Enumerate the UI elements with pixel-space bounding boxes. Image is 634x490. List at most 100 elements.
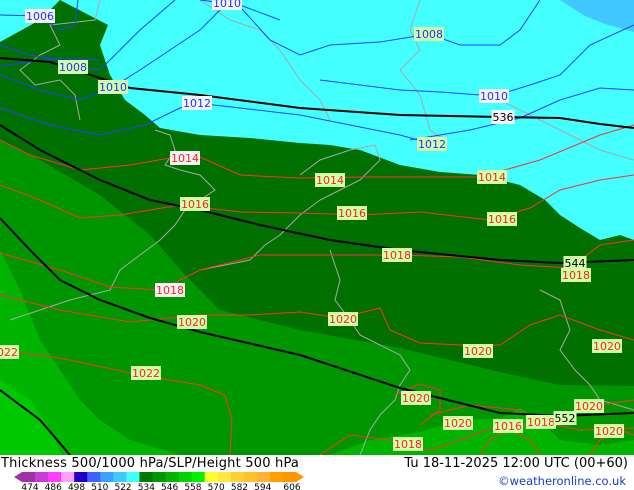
contour-label: 1010 bbox=[212, 0, 242, 10]
legend-tick-label: 498 bbox=[68, 483, 85, 490]
legend-arrow-left bbox=[14, 472, 22, 482]
thickness-shading bbox=[0, 0, 634, 455]
contour-label-text: 552 bbox=[555, 412, 576, 425]
contour-label-text: 1016 bbox=[338, 207, 366, 220]
contour-label: 1018 bbox=[526, 415, 556, 429]
contour-label-text: 1008 bbox=[415, 28, 443, 41]
contour-label-text: 1010 bbox=[99, 81, 127, 94]
contour-label-text: 1010 bbox=[480, 90, 508, 103]
legend-tick-label: 510 bbox=[91, 483, 108, 490]
contour-label: 1020 bbox=[401, 391, 431, 405]
legend-swatch bbox=[256, 472, 271, 482]
contour-label-text: 1020 bbox=[595, 425, 623, 438]
contour-label: 1020 bbox=[177, 315, 207, 329]
legend-swatch bbox=[87, 472, 101, 482]
contour-label: 1022 bbox=[0, 345, 19, 359]
legend-tick-label: 594 bbox=[254, 483, 271, 490]
contour-label: 1006 bbox=[25, 9, 55, 23]
contour-label: 1018 bbox=[393, 437, 423, 451]
legend-swatch bbox=[61, 472, 75, 482]
legend-tick-label: 582 bbox=[231, 483, 248, 490]
contour-label: 1012 bbox=[182, 96, 212, 110]
legend-swatch bbox=[152, 472, 167, 482]
contour-label: 1014 bbox=[477, 170, 507, 184]
contour-label: 1020 bbox=[328, 312, 358, 326]
contour-label-text: 1020 bbox=[464, 345, 492, 358]
legend-swatch bbox=[113, 472, 127, 482]
contour-label-text: 1016 bbox=[494, 420, 522, 433]
legend-swatch bbox=[165, 472, 180, 482]
contour-label: 1020 bbox=[574, 399, 604, 413]
legend-swatch bbox=[48, 472, 62, 482]
contour-label-text: 1022 bbox=[0, 346, 18, 359]
contour-label: 1016 bbox=[337, 206, 367, 220]
contour-label-text: 1006 bbox=[26, 10, 54, 23]
legend-swatch bbox=[126, 472, 140, 482]
contour-label-text: 1012 bbox=[183, 97, 211, 110]
legend-arrow-right bbox=[296, 472, 304, 482]
legend-swatch bbox=[100, 472, 114, 482]
contour-label-text: 1014 bbox=[316, 174, 344, 187]
contour-label: 1018 bbox=[382, 248, 412, 262]
contour-label: 1012 bbox=[417, 137, 447, 151]
contour-label-text: 1020 bbox=[329, 313, 357, 326]
legend-tick-label: 522 bbox=[114, 483, 131, 490]
contour-label-text: 1016 bbox=[181, 198, 209, 211]
contour-label-text: 1020 bbox=[575, 400, 603, 413]
legend-tick-label: 534 bbox=[138, 483, 155, 490]
color-legend: 474 486 498 510 522 534 546 558 570 582 594 606 bbox=[14, 472, 304, 490]
contour-label-text: 1020 bbox=[444, 417, 472, 430]
legend-swatch bbox=[282, 472, 297, 482]
contour-label: 1020 bbox=[594, 424, 624, 438]
valid-time: Tu 18-11-2025 12:00 UTC (00+60) bbox=[404, 456, 628, 471]
contour-label-text: 1014 bbox=[478, 171, 506, 184]
legend-swatch bbox=[191, 472, 206, 482]
legend-swatch bbox=[243, 472, 258, 482]
contour-label: 1022 bbox=[131, 366, 161, 380]
legend-swatch bbox=[139, 472, 153, 482]
map-footer: Thickness 500/1000 hPa/SLP/Height 500 hP… bbox=[0, 455, 634, 490]
legend-tick-label: 606 bbox=[283, 483, 300, 490]
contour-label-text: 1014 bbox=[171, 152, 199, 165]
contour-label: 1016 bbox=[487, 212, 517, 226]
contour-label: 544 bbox=[563, 256, 587, 270]
contour-label-text: 1018 bbox=[562, 269, 590, 282]
map-title: Thickness 500/1000 hPa/SLP/Height 500 hP… bbox=[1, 456, 300, 471]
legend-swatch bbox=[35, 472, 49, 482]
contour-label: 536 bbox=[491, 110, 515, 124]
contour-label: 1014 bbox=[315, 173, 345, 187]
contour-label-text: 1020 bbox=[178, 316, 206, 329]
contour-label: 1010 bbox=[98, 80, 128, 94]
weather-map: 1006 1008 1010 1010 1012 1008 1010 536 1012 1014 1… bbox=[0, 0, 634, 455]
contour-label: 1020 bbox=[443, 416, 473, 430]
contour-label: 552 bbox=[553, 411, 577, 425]
contour-label-text: 1008 bbox=[59, 61, 87, 74]
contour-label: 1014 bbox=[170, 151, 200, 165]
contour-label-text: 1020 bbox=[402, 392, 430, 405]
legend-swatch bbox=[269, 472, 284, 482]
contour-label: 1008 bbox=[414, 27, 444, 41]
contour-label-text: 1018 bbox=[394, 438, 422, 451]
contour-label-text: 1010 bbox=[213, 0, 241, 10]
legend-swatch bbox=[74, 472, 88, 482]
contour-label: 1016 bbox=[493, 419, 523, 433]
legend-swatch bbox=[22, 472, 36, 482]
contour-label: 1010 bbox=[479, 89, 509, 103]
legend-tick-label: 570 bbox=[208, 483, 225, 490]
legend-swatch bbox=[230, 472, 245, 482]
contour-label-text: 1018 bbox=[383, 249, 411, 262]
legend-swatch bbox=[217, 472, 232, 482]
contour-label-text: 536 bbox=[493, 111, 514, 124]
contour-label: 1008 bbox=[58, 60, 88, 74]
legend-tick-label: 546 bbox=[161, 483, 178, 490]
contour-label-text: 1012 bbox=[418, 138, 446, 151]
contour-label: 1018 bbox=[561, 268, 591, 282]
legend-tick-label: 558 bbox=[184, 483, 201, 490]
contour-label-text: 1022 bbox=[132, 367, 160, 380]
credit-link[interactable]: ©weatheronline.co.uk bbox=[498, 474, 626, 488]
contour-label-text: 1018 bbox=[527, 416, 555, 429]
legend-tick-label: 486 bbox=[45, 483, 62, 490]
legend-swatch bbox=[204, 472, 219, 482]
contour-label: 1020 bbox=[592, 339, 622, 353]
contour-label-text: 1016 bbox=[488, 213, 516, 226]
